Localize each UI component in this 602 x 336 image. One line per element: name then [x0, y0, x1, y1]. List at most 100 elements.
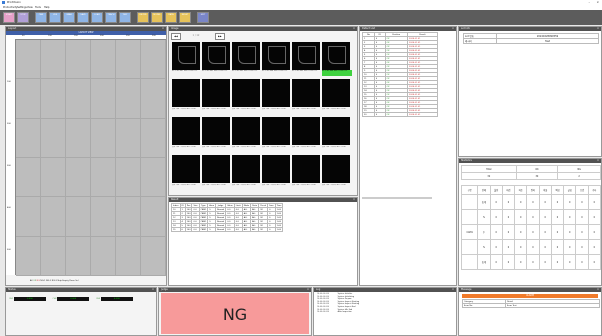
- stat-total-label: Total: [461, 165, 517, 173]
- toolbar-button-live[interactable]: LIVE: [49, 12, 61, 23]
- log-list: 14:00:00.000 System Initialize 14:00:00.0…: [317, 293, 359, 314]
- stats-cell: 0: [587, 254, 602, 270]
- stats-sub-header: 오염: [575, 185, 589, 195]
- judge-result: NG: [161, 293, 309, 334]
- stats-sub-header: 미검: [501, 185, 516, 195]
- stat-ok-label: OK: [515, 165, 559, 173]
- table-cell: 1:00: [274, 227, 284, 232]
- image-thumbnail[interactable]: [172, 117, 200, 145]
- thumbnail-caption: 검사 기준 : 이미지 조건 : 0.00: [322, 146, 346, 148]
- stats-cell: 0: [501, 194, 516, 210]
- stats-group: [460, 254, 479, 270]
- table-cell: 0.0: [233, 227, 243, 232]
- table-cell: 15: [171, 227, 181, 232]
- thumbnail-caption: ID: 1-01-006 SHOT 0.00 TC1: [322, 70, 352, 76]
- stats-cell: 0: [575, 239, 589, 255]
- image-thumbnail[interactable]: [232, 117, 260, 145]
- layout-y-axis: 100 200 300 400 500: [6, 39, 16, 275]
- thumbnail-caption: ID: 1-01-005 SHOT 0.00 TC1: [292, 70, 318, 72]
- thumbnail-grid: ID: 1-01-001 SHOT 0.00 TC1 ID: 1-01-002 S…: [169, 39, 359, 197]
- stats-cell: 0: [526, 194, 540, 210]
- image-thumbnail[interactable]: [202, 42, 230, 70]
- stats-cell: 0: [575, 209, 589, 225]
- image-thumbnail[interactable]: [322, 155, 350, 183]
- stats-group: [460, 209, 479, 225]
- stats-row: 총계 0 0 0 0 0 0 0 0 0: [460, 254, 602, 270]
- thumbnail-caption: ID: 1-01-003 SHOT 0.00 TC1: [232, 70, 258, 72]
- image-thumbnail[interactable]: [292, 117, 320, 145]
- image-thumbnail[interactable]: [262, 117, 290, 145]
- defect-scrollbar[interactable]: [362, 197, 432, 199]
- toolbar-button-data[interactable]: DATA: [165, 12, 177, 23]
- image-thumbnail[interactable]: [262, 42, 290, 70]
- thumbnail-caption: 검사 기준 : 이미지 조건 : 0.00: [262, 146, 286, 148]
- stats-cell: 0: [538, 224, 552, 240]
- alarm-bar: ALARM: [462, 294, 598, 298]
- toolbar-button-exit[interactable]: EXIT: [197, 12, 209, 23]
- toolbar-button-model[interactable]: MODEL: [151, 12, 163, 23]
- image-thumbnail[interactable]: [322, 42, 350, 70]
- image-thumbnail[interactable]: [262, 79, 290, 107]
- stats-detail: 구분 전체 불량 미검 파손 얼룩 이물 찍힘 긁힘 오염 기타 총계 0 0 0 0 0 0 0 0 0% 0 0 0 0 0 0…: [460, 185, 602, 270]
- stats-label: 총계: [477, 194, 491, 210]
- message-table: Category Detail Error No. Error Text: [462, 299, 600, 308]
- image-thumbnail[interactable]: [232, 155, 260, 183]
- result-panel-title: Result ×: [169, 198, 357, 202]
- thumbnail-caption: 검사 기준 : 이미지 조건 : 0.00: [232, 108, 256, 110]
- table-cell: CAM1: [198, 227, 209, 232]
- judge-title: Judge ×: [159, 288, 311, 292]
- image-thumbnail[interactable]: [202, 79, 230, 107]
- toolbar-button-load[interactable]: LOAD: [91, 12, 103, 23]
- image-thumbnail[interactable]: [172, 155, 200, 183]
- toolbar-button-cam[interactable]: CAM: [35, 12, 47, 23]
- stats-cell: 0: [538, 239, 552, 255]
- stats-cell: 0: [563, 254, 577, 270]
- image-thumbnail[interactable]: [292, 42, 320, 70]
- layout-panel: Layout × LAYOUT VIEW 50 100 150 200 250 3…: [5, 26, 167, 286]
- image-thumbnail[interactable]: [322, 117, 350, 145]
- thumbnail-caption: 검사 기준 : 이미지 조건 : 0.00: [202, 146, 226, 148]
- log-title: Log ×: [314, 288, 456, 292]
- toolbar-button-reset[interactable]: RESET: [179, 12, 191, 23]
- stats-panel: Statistics × Total OK NG 32 30 2 구분 전체 불량 미검 파손 얼룩…: [458, 158, 602, 286]
- table-cell: OK: [257, 227, 269, 232]
- list-item[interactable]: 20 0 OK 2024.01.01: [362, 112, 439, 117]
- image-thumbnail[interactable]: [172, 42, 200, 70]
- image-thumbnail[interactable]: [202, 117, 230, 145]
- stats-cell: 0: [526, 239, 540, 255]
- status-row: CH1 0.000 CH2 0.000 CH3 0.000: [9, 297, 133, 301]
- image-thumbnail[interactable]: [262, 155, 290, 183]
- stats-group: [460, 194, 479, 210]
- image-thumbnail[interactable]: [232, 42, 260, 70]
- toolbar: START STOP CAM LIVE GRAB SAVE LOAD TEACH TEST REC…: [0, 10, 602, 25]
- image-thumbnail[interactable]: [292, 79, 320, 107]
- defect-list-panel: Defect List × No ID Position Result 1 0 OK 2024.…: [359, 26, 457, 286]
- stats-sub-header: 불량: [489, 185, 503, 195]
- toolbar-button-stop[interactable]: STOP: [17, 12, 29, 23]
- stats-cell: 0: [514, 209, 528, 225]
- stats-row: CAM1 수 0 0 0 0 0 0 0 0 0: [460, 224, 602, 240]
- toolbar-button-start[interactable]: START: [3, 12, 15, 23]
- stats-cell: 0: [587, 239, 602, 255]
- stats-cell: 0: [489, 194, 503, 210]
- image-thumbnail[interactable]: [172, 79, 200, 107]
- image-thumbnail[interactable]: [232, 79, 260, 107]
- layout-grid[interactable]: [16, 40, 166, 276]
- toolbar-button-teach[interactable]: TEACH: [105, 12, 117, 23]
- stats-cell: 0: [501, 254, 516, 270]
- thumbnail-caption: 검사 기준 : 이미지 조건 : 0.00: [172, 108, 196, 110]
- toolbar-button-recipe[interactable]: RECIPE: [137, 12, 149, 23]
- stats-cell: 0: [526, 254, 540, 270]
- stats-group: CAM1: [460, 224, 479, 240]
- image-thumbnail[interactable]: [322, 79, 350, 107]
- toolbar-button-test[interactable]: TEST: [119, 12, 131, 23]
- stats-cell: 0: [563, 194, 577, 210]
- thumbnail-caption: 검사 기준 : 이미지 조건 : 0.00: [322, 184, 346, 186]
- image-thumbnail[interactable]: [292, 155, 320, 183]
- toolbar-button-save[interactable]: SAVE: [77, 12, 89, 23]
- table-row[interactable]: 15 6 100 0.0 CAM1 5 Normal 0.0 0.0 ALL ALL OK 0 1:00: [171, 227, 284, 232]
- thumbnail-caption: 검사 기준 : 이미지 조건 : 0.00: [172, 146, 196, 148]
- image-thumbnail[interactable]: [202, 155, 230, 183]
- toolbar-button-grab[interactable]: GRAB: [63, 12, 75, 23]
- table-cell: ALL: [241, 227, 252, 232]
